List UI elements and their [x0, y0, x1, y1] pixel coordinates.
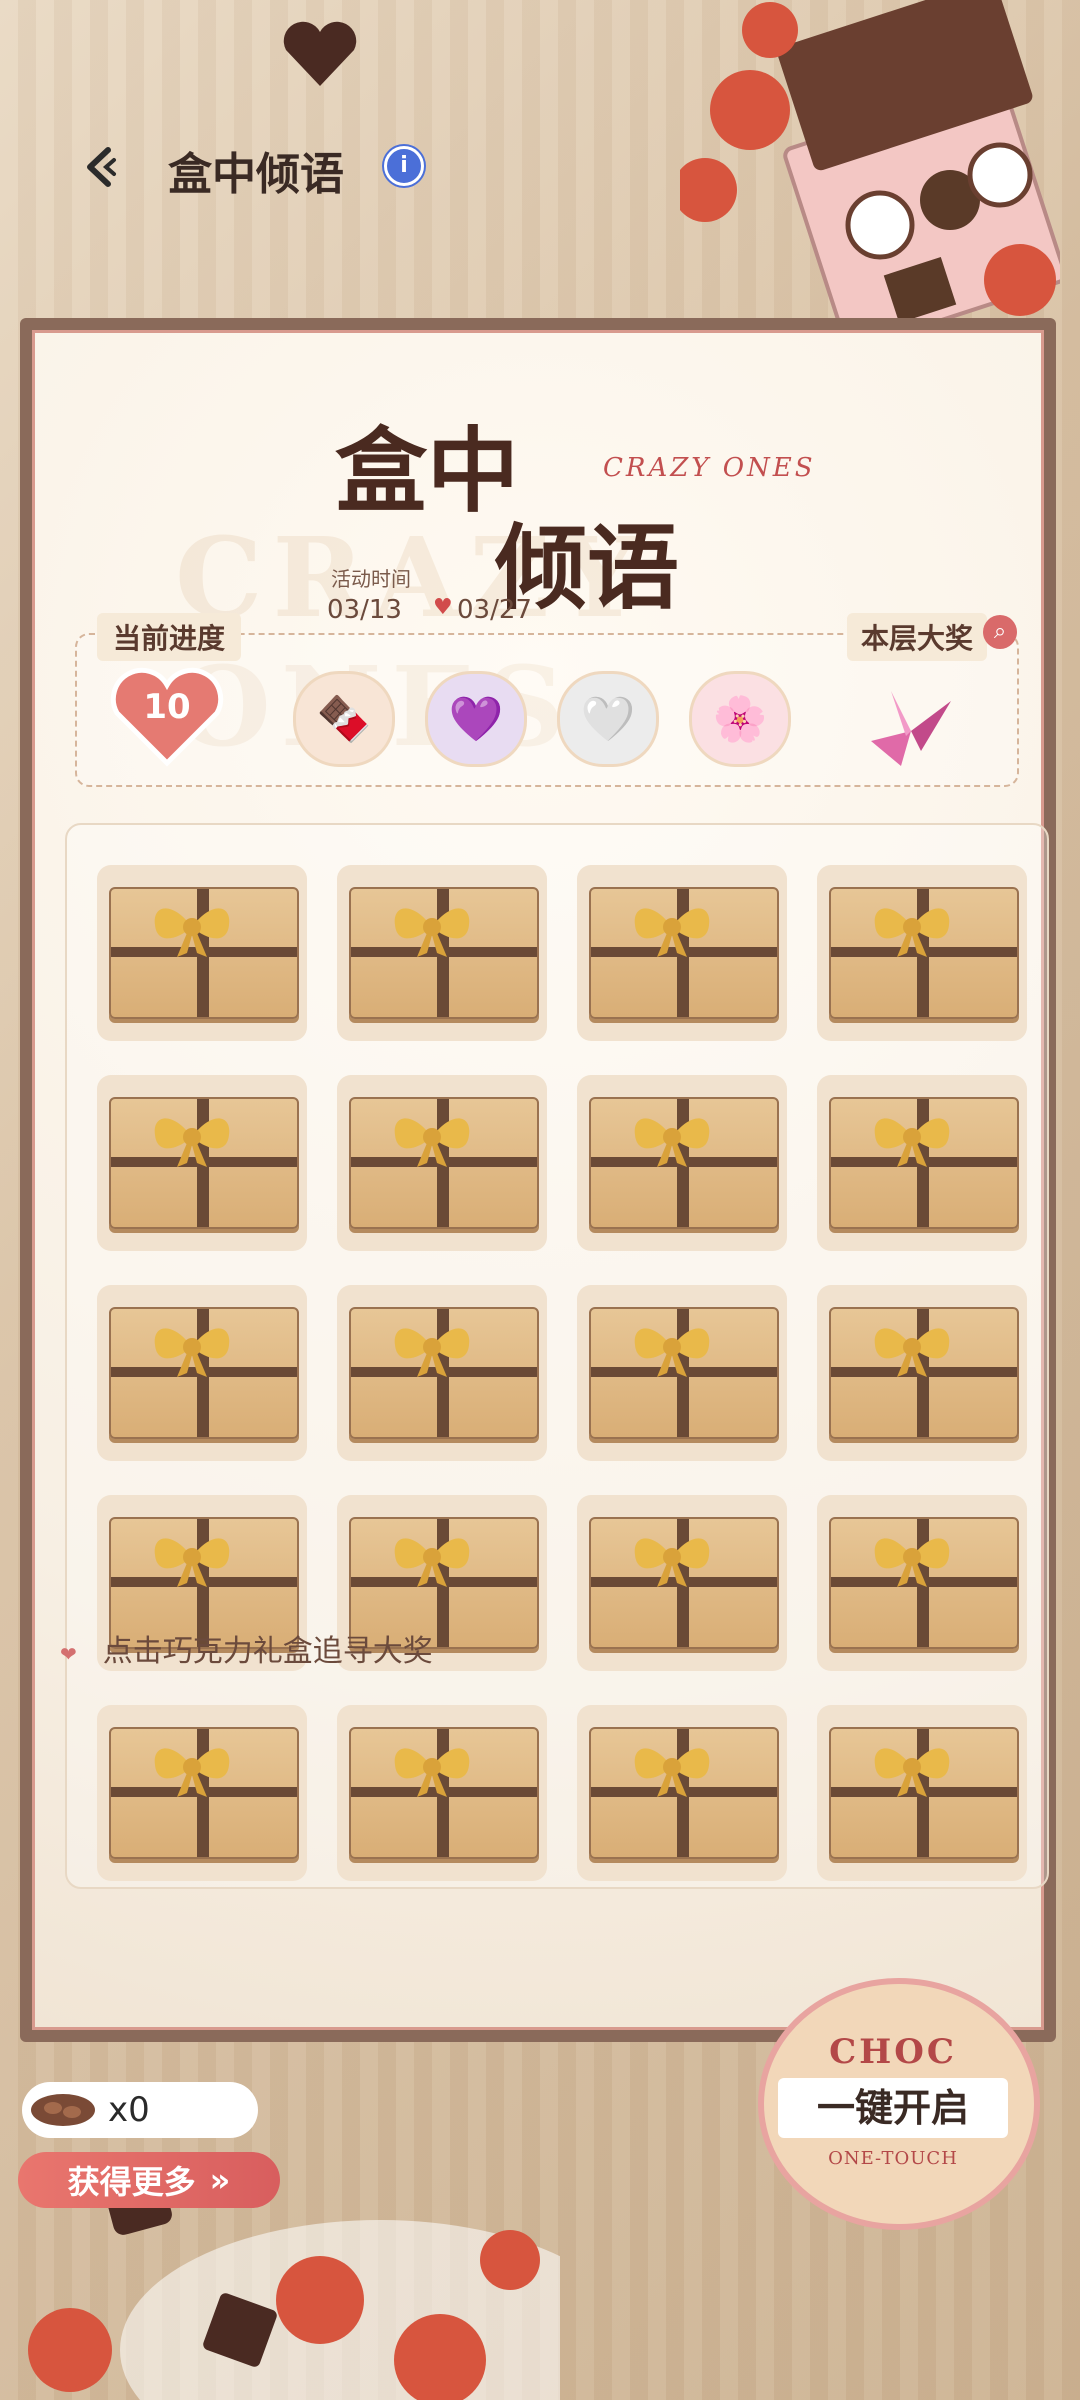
avatar[interactable]: 🍫	[293, 671, 395, 767]
progress-label: 当前进度	[97, 613, 242, 661]
bow-icon	[154, 908, 230, 957]
bow-icon	[154, 1538, 230, 1587]
gift-box[interactable]	[817, 865, 1027, 1041]
gift-box[interactable]	[577, 1285, 787, 1461]
back-arrow-icon[interactable]	[78, 142, 128, 192]
gift-grid-container	[65, 823, 1049, 1889]
one-touch-label: 一键开启	[778, 2078, 1008, 2138]
event-start-date: 03/13	[327, 595, 402, 625]
gift-box[interactable]	[337, 865, 547, 1041]
info-icon[interactable]: i	[384, 146, 424, 186]
hero-title-line1: 盒中	[335, 417, 520, 525]
gift-box[interactable]	[817, 1495, 1027, 1671]
heart-icon: ♥	[433, 595, 453, 620]
get-more-label: 获得更多	[67, 2163, 196, 2201]
progress-row: 当前进度 10 🍫 💜 🤍 🌸 本层大奖 ⌕	[75, 613, 1019, 787]
search-icon[interactable]: ⌕	[983, 615, 1017, 649]
main-panel: CRAZY ONES CRAZY ONES 盒中 倾语 活动时间 03/13 ♥…	[20, 318, 1056, 2042]
bow-icon	[154, 1118, 230, 1167]
bow-icon	[154, 1328, 230, 1377]
bow-icon	[394, 1328, 470, 1377]
gift-box[interactable]	[577, 1495, 787, 1671]
gift-box[interactable]	[817, 1285, 1027, 1461]
hint-text: 点击巧克力礼盒追寻大奖	[60, 1626, 433, 1670]
gift-box[interactable]	[577, 1705, 787, 1881]
gift-box[interactable]	[577, 1075, 787, 1251]
gift-box[interactable]	[577, 865, 787, 1041]
bow-icon	[394, 908, 470, 957]
heart-chocolate-icon	[283, 21, 357, 86]
gift-box[interactable]	[97, 1705, 307, 1881]
gift-box[interactable]	[337, 1075, 547, 1251]
bow-icon	[634, 1748, 710, 1797]
bow-icon	[634, 1538, 710, 1587]
badge-bottom-text: ONE-TOUCH	[828, 2148, 958, 2169]
bow-icon	[874, 1538, 950, 1587]
chocolate-count-value: x0	[108, 2090, 150, 2130]
gift-box[interactable]	[337, 1705, 547, 1881]
avatar-list: 🍫 💜 🤍 🌸	[293, 671, 791, 767]
page-title: 盒中倾语	[168, 149, 344, 200]
bow-icon	[874, 1748, 950, 1797]
avatar[interactable]: 🤍	[557, 671, 659, 767]
double-chevron-icon: »	[209, 2161, 231, 2199]
one-touch-open-button[interactable]: CHOC 一键开启 ONE-TOUCH	[758, 1978, 1040, 2230]
bow-icon	[874, 908, 950, 957]
avatar[interactable]: 🌸	[689, 671, 791, 767]
panel-inner: CRAZY ONES CRAZY ONES 盒中 倾语 活动时间 03/13 ♥…	[32, 330, 1049, 2030]
bow-icon	[394, 1538, 470, 1587]
bow-icon	[634, 1118, 710, 1167]
avatar[interactable]: 💜	[425, 671, 527, 767]
event-time-label: 活动时间	[331, 567, 411, 591]
bow-icon	[394, 1118, 470, 1167]
badge-top-text: CHOC	[829, 2032, 957, 2072]
bow-icon	[154, 1748, 230, 1797]
bow-icon	[394, 1748, 470, 1797]
event-end-date: 03/27	[457, 595, 532, 625]
gift-box[interactable]	[97, 865, 307, 1041]
bow-icon	[634, 1328, 710, 1377]
gift-box[interactable]	[817, 1705, 1027, 1881]
bow-icon	[874, 1328, 950, 1377]
paper-crane-icon[interactable]	[861, 681, 961, 771]
chocolate-icon	[31, 2094, 95, 2126]
grand-prize-label: 本层大奖	[846, 613, 987, 661]
gift-box[interactable]	[817, 1075, 1027, 1251]
gift-box[interactable]	[97, 1285, 307, 1461]
chocolate-count: x0	[22, 2082, 258, 2138]
header: 盒中倾语 i	[0, 90, 1080, 240]
progress-value: 10	[143, 687, 191, 727]
get-more-button[interactable]: 获得更多 »	[18, 2152, 280, 2208]
gift-box[interactable]	[97, 1075, 307, 1251]
gift-grid	[97, 865, 1027, 1881]
bow-icon	[634, 908, 710, 957]
gift-box[interactable]	[337, 1285, 547, 1461]
bow-icon	[874, 1118, 950, 1167]
